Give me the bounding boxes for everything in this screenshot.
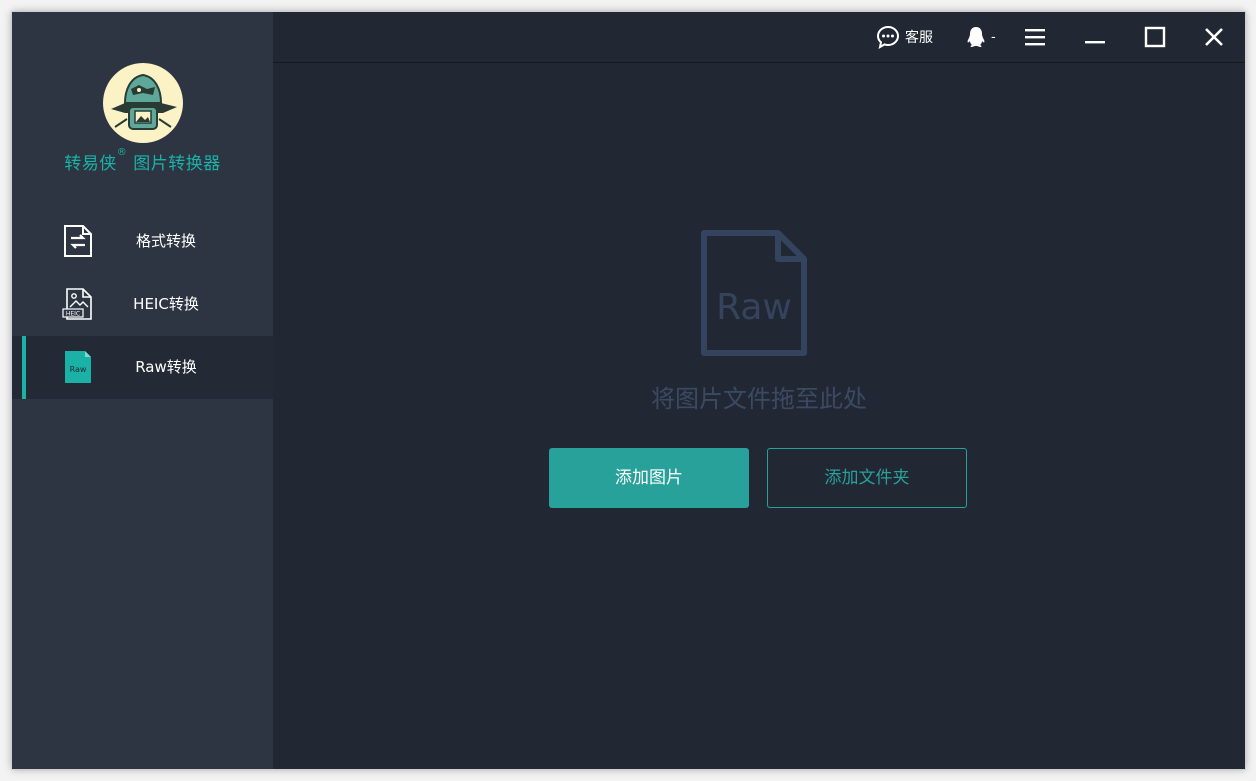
add-folder-button[interactable]: 添加文件夹 bbox=[767, 448, 967, 508]
app-window: 转易侠® 图片转换器 格式转换 HEIC HEIC转换 Raw Raw转换 客服… bbox=[12, 12, 1245, 769]
user-account-button[interactable]: - bbox=[966, 12, 996, 62]
minimize-icon bbox=[1085, 41, 1105, 44]
sidebar-item-heic-convert[interactable]: HEIC HEIC转换 bbox=[12, 273, 273, 336]
title-bar: 客服 - bbox=[273, 12, 1245, 63]
minimize-button[interactable] bbox=[1084, 12, 1106, 62]
brand-product: 图片转换器 bbox=[133, 154, 221, 174]
maximize-icon bbox=[1144, 26, 1166, 48]
raw-file-large-icon: Raw bbox=[701, 230, 807, 356]
svg-text:HEIC: HEIC bbox=[66, 311, 80, 318]
chat-bubble-icon bbox=[876, 25, 900, 49]
menu-button[interactable] bbox=[1024, 12, 1046, 62]
sidebar-item-label: HEIC转换 bbox=[133, 295, 199, 313]
drop-zone[interactable]: Raw 将图片文件拖至此处 添加图片 添加文件夹 bbox=[273, 63, 1245, 769]
close-icon bbox=[1205, 28, 1223, 46]
sidebar-item-label: Raw转换 bbox=[135, 358, 197, 376]
brand-name: 转易侠 bbox=[64, 154, 117, 174]
logo-icon bbox=[103, 63, 183, 143]
sidebar-nav: 格式转换 HEIC HEIC转换 Raw Raw转换 bbox=[12, 210, 273, 399]
customer-service-label: 客服 bbox=[905, 30, 933, 46]
sidebar-item-format-convert[interactable]: 格式转换 bbox=[12, 210, 273, 273]
registered-mark: ® bbox=[116, 147, 128, 158]
brand-title: 转易侠® 图片转换器 bbox=[12, 147, 273, 174]
drop-icon-text: Raw bbox=[716, 287, 792, 328]
sidebar-item-label: 格式转换 bbox=[135, 232, 196, 250]
raw-file-icon: Raw bbox=[65, 351, 91, 383]
svg-text:Raw: Raw bbox=[70, 365, 87, 374]
drop-hint: 将图片文件拖至此处 bbox=[651, 385, 867, 413]
menu-icon bbox=[1025, 29, 1045, 46]
add-image-button[interactable]: 添加图片 bbox=[549, 448, 749, 508]
maximize-button[interactable] bbox=[1144, 12, 1166, 62]
format-convert-icon bbox=[64, 225, 92, 257]
heic-file-icon: HEIC bbox=[62, 288, 92, 320]
user-icon bbox=[967, 27, 985, 47]
close-button[interactable] bbox=[1203, 12, 1225, 62]
sidebar-item-raw-convert[interactable]: Raw Raw转换 bbox=[12, 336, 273, 399]
sidebar: 转易侠® 图片转换器 格式转换 HEIC HEIC转换 Raw Raw转换 bbox=[12, 12, 273, 769]
customer-service-button[interactable]: 客服 bbox=[876, 12, 933, 62]
user-name-label: - bbox=[991, 29, 996, 45]
